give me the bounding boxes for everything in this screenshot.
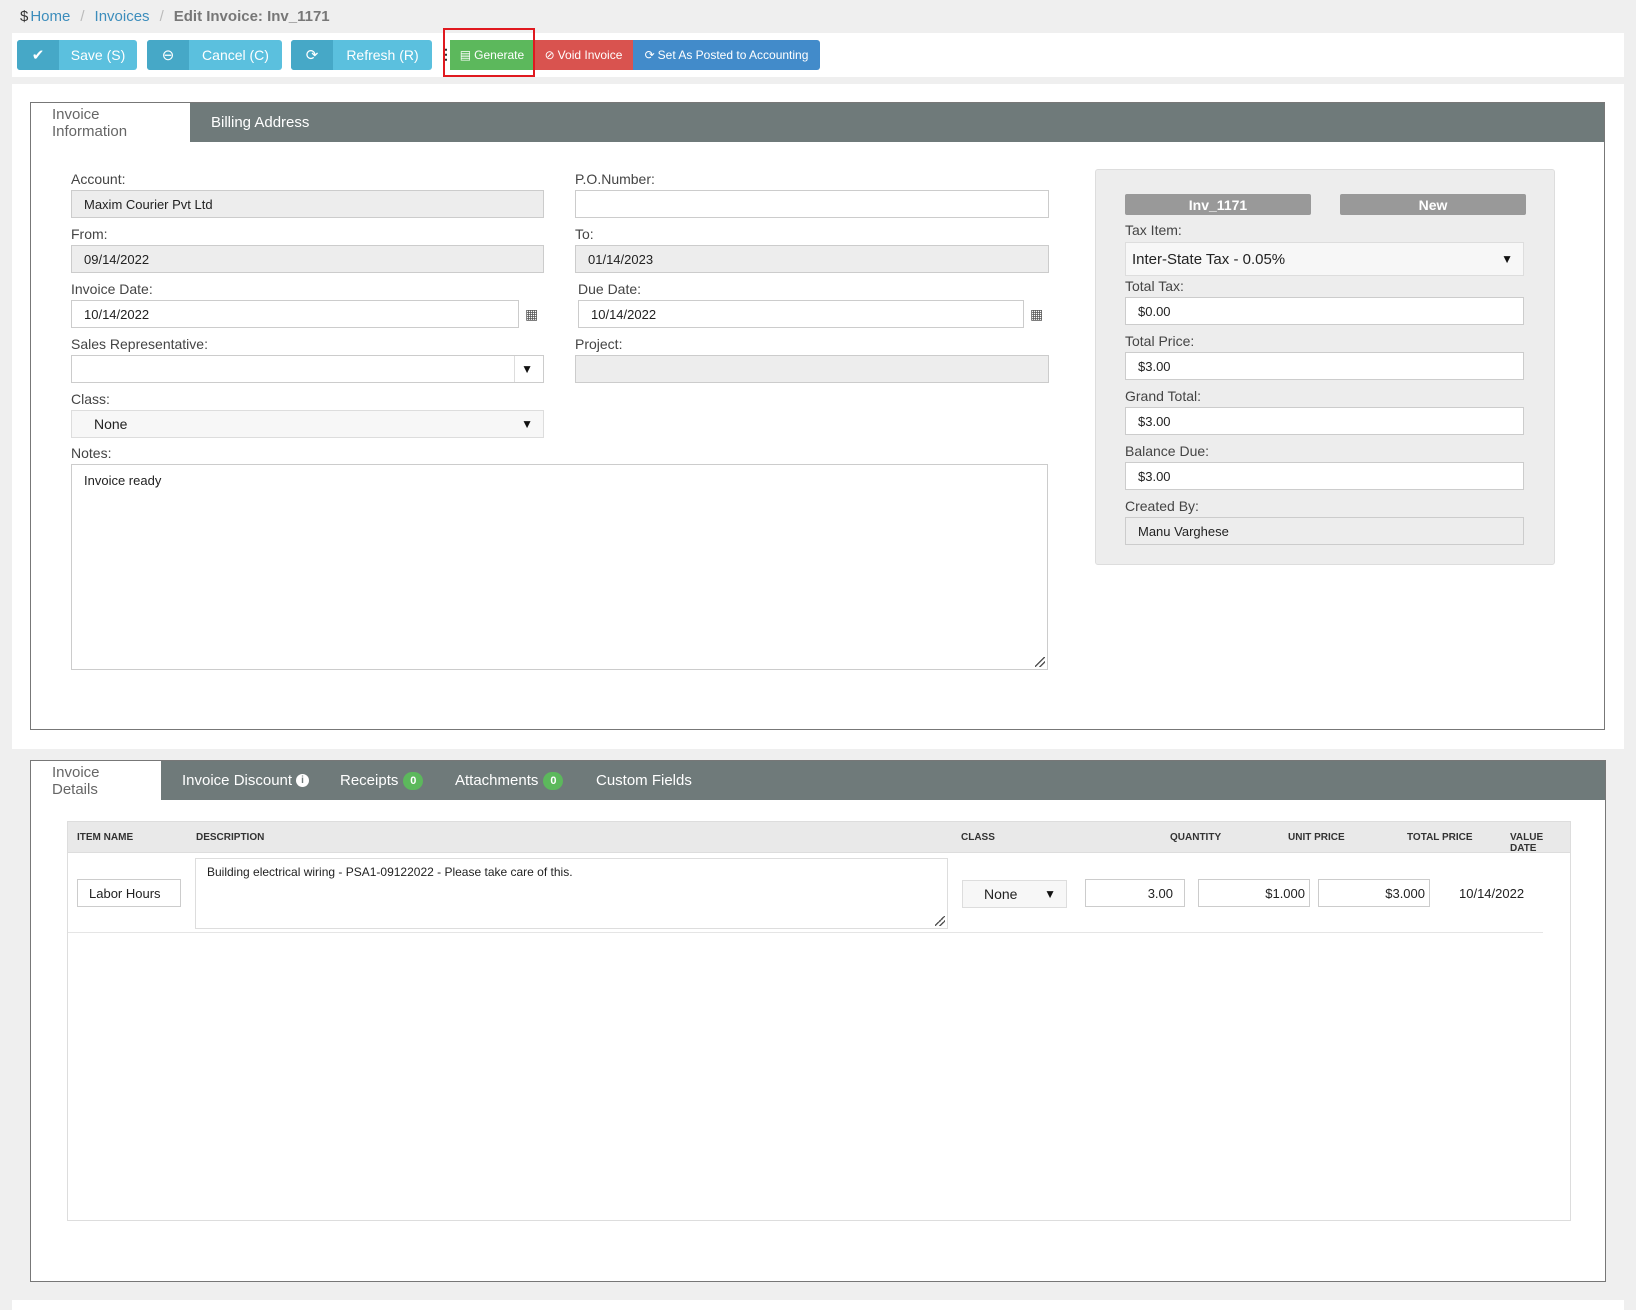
- column-header-description: Description: [196, 832, 265, 843]
- resize-handle[interactable]: [1035, 657, 1045, 667]
- class-select[interactable]: None ▼: [962, 880, 1067, 908]
- caret-down-icon: ▼: [521, 362, 533, 376]
- invoice-date-field[interactable]: 10/14/2022: [71, 300, 519, 328]
- grand-total-field[interactable]: $3.00: [1125, 407, 1524, 435]
- created-by-field[interactable]: Manu Varghese: [1125, 517, 1524, 545]
- caret-down-icon: ▼: [1044, 887, 1056, 901]
- class-select[interactable]: None ▼: [71, 410, 544, 438]
- breadcrumb-separator: /: [80, 8, 85, 25]
- quantity-input[interactable]: 3.00: [1085, 879, 1185, 907]
- grid-header: Item Name Description Class Quantity Uni…: [68, 822, 1570, 854]
- invoice-number-badge: Inv_1171: [1125, 194, 1311, 215]
- tab-billing-address[interactable]: Billing Address: [190, 103, 330, 142]
- calendar-icon[interactable]: ▦: [525, 306, 541, 322]
- tax-item-select[interactable]: Inter-State Tax - 0.05% ▼: [1125, 242, 1524, 276]
- resize-handle[interactable]: [935, 916, 945, 926]
- sales-rep-select[interactable]: ▼: [71, 355, 544, 383]
- balance-due-field[interactable]: $3.00: [1125, 462, 1524, 490]
- total-tax-label: Total Tax:: [1125, 278, 1184, 294]
- invoice-lines-grid: Item Name Description Class Quantity Uni…: [67, 821, 1571, 1221]
- invoice-date-label: Invoice Date:: [71, 281, 153, 297]
- account-label: Account:: [71, 171, 126, 187]
- calendar-icon[interactable]: ▦: [1030, 306, 1046, 322]
- item-name-field[interactable]: Labor Hours: [77, 879, 181, 907]
- total-tax-field[interactable]: $0.00: [1125, 297, 1524, 325]
- grand-total-label: Grand Total:: [1125, 388, 1202, 404]
- column-header-class: Class: [961, 832, 995, 843]
- notes-textarea[interactable]: Invoice ready: [71, 464, 1048, 670]
- from-field[interactable]: 09/14/2022: [71, 245, 544, 273]
- highlight-box: [443, 28, 535, 77]
- invoice-details-box: Invoice Details Invoice Discount i Recei…: [30, 760, 1606, 1282]
- tab-invoice-information[interactable]: Invoice Information: [31, 103, 190, 142]
- total-price-label: Total Price:: [1125, 333, 1195, 349]
- caret-down-icon: ▼: [1501, 252, 1513, 266]
- tab-custom-fields[interactable]: Custom Fields: [575, 761, 713, 800]
- tab-attachments[interactable]: Attachments 0: [434, 761, 584, 800]
- balance-due-label: Balance Due:: [1125, 443, 1210, 459]
- column-header-quantity: Quantity: [1170, 832, 1222, 843]
- cancel-button[interactable]: ⊖ Cancel (C): [147, 40, 282, 70]
- dollar-icon: $: [20, 8, 29, 25]
- class-label: Class:: [71, 391, 110, 407]
- project-label: Project:: [575, 336, 623, 352]
- to-label: To:: [575, 226, 594, 242]
- account-field[interactable]: Maxim Courier Pvt Ltd: [71, 190, 544, 218]
- po-number-label: P.O.Number:: [575, 171, 655, 187]
- due-date-field[interactable]: 10/14/2022: [578, 300, 1024, 328]
- check-icon: ✔: [17, 40, 59, 70]
- due-date-label: Due Date:: [578, 281, 642, 297]
- top-tabbar: Invoice Information Billing Address: [31, 103, 1604, 142]
- from-label: From:: [71, 226, 108, 242]
- total-price-field[interactable]: $3.000: [1318, 879, 1430, 907]
- breadcrumb-home-link[interactable]: Home: [30, 8, 70, 25]
- invoice-information-box: Invoice Information Billing Address Acco…: [30, 102, 1605, 730]
- invoice-summary-box: Inv_1171 New Tax Item: Inter-State Tax -…: [1095, 169, 1555, 565]
- breadcrumb-current: Edit Invoice: Inv_1171: [173, 8, 330, 25]
- breadcrumb-separator: /: [159, 8, 164, 25]
- value-date-text: 10/14/2022: [1459, 886, 1525, 901]
- to-field[interactable]: 01/14/2023: [575, 245, 1049, 273]
- total-price-field[interactable]: $3.00: [1125, 352, 1524, 380]
- footer-strip: [12, 1300, 1624, 1310]
- table-row: Labor Hours Building electrical wiring -…: [68, 853, 1543, 933]
- minus-circle-icon: ⊖: [147, 40, 189, 70]
- caret-down-icon: ▼: [521, 417, 533, 431]
- column-header-total-price: Total Price: [1407, 832, 1473, 843]
- refresh-icon: ⟳: [291, 40, 333, 70]
- tax-item-label: Tax Item:: [1125, 222, 1182, 238]
- ban-icon: ⊘: [544, 48, 555, 62]
- column-header-unit-price: Unit Price: [1288, 832, 1345, 843]
- project-field[interactable]: [575, 355, 1049, 383]
- bottom-tabbar: Invoice Details Invoice Discount i Recei…: [31, 761, 1605, 800]
- notes-label: Notes:: [71, 445, 112, 461]
- column-header-item-name: Item Name: [77, 832, 134, 843]
- receipts-count-badge: 0: [403, 771, 424, 790]
- tab-invoice-details[interactable]: Invoice Details: [31, 761, 161, 800]
- column-header-value-date: Value Date: [1510, 832, 1544, 854]
- status-badge: New: [1340, 194, 1526, 215]
- breadcrumb: $ Home / Invoices / Edit Invoice: Inv_11…: [20, 8, 330, 25]
- po-number-input[interactable]: [575, 190, 1049, 218]
- save-button[interactable]: ✔ Save (S): [17, 40, 137, 70]
- description-textarea[interactable]: Building electrical wiring - PSA1-091220…: [195, 858, 948, 929]
- info-icon: i: [296, 774, 310, 787]
- toolbar: ✔ Save (S) ⊖ Cancel (C) ⟳ Refresh (R) ⋮ …: [12, 33, 1624, 77]
- unit-price-input[interactable]: $1.000: [1198, 879, 1310, 907]
- sales-rep-label: Sales Representative:: [71, 336, 208, 352]
- attachments-count-badge: 0: [543, 771, 564, 790]
- refresh-button[interactable]: ⟳ Refresh (R): [291, 40, 432, 70]
- tab-invoice-discount[interactable]: Invoice Discount i: [161, 761, 330, 800]
- void-invoice-button[interactable]: ⊘ Void Invoice: [534, 40, 633, 70]
- posted-to-accounting-button[interactable]: ⟳ Set As Posted to Accounting: [633, 40, 820, 70]
- breadcrumb-invoices-link[interactable]: Invoices: [95, 8, 150, 25]
- refresh-icon: ⟳: [644, 48, 655, 62]
- created-by-label: Created By:: [1125, 498, 1199, 514]
- tab-receipts[interactable]: Receipts 0: [319, 761, 444, 800]
